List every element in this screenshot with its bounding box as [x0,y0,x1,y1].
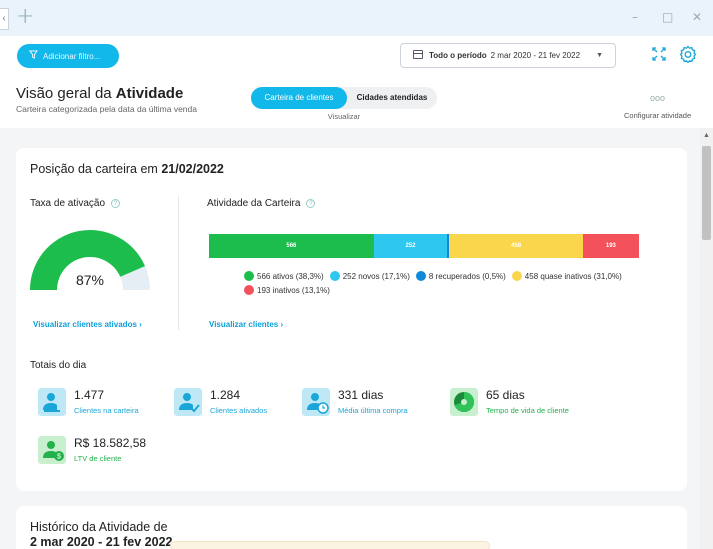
legend-swatch [244,285,254,295]
legend-swatch [511,271,522,281]
tab-carteira-de-clientes[interactable]: Carteira de clientes [251,87,347,109]
period-selector[interactable]: Todo o período 2 mar 2020 - 21 fev 2022 ▼ [400,43,616,68]
legend-item: 252 novos (17,1%) [329,270,410,284]
legend-item: 193 inativos (13,1%) [244,284,330,298]
configure-activity-button[interactable]: Configurar atividade [624,111,691,120]
activation-percent: 87% [75,272,105,288]
kpi-value: 331 dias [338,388,384,402]
legend-label: 566 ativos (38,3%) [257,272,324,281]
legend-item: 8 recuperados (0,5%) [415,270,506,284]
new-tab-button[interactable]: + [16,6,34,28]
chevron-down-icon: ▼ [596,52,603,59]
card-title: Posição da carteira em 21/02/2022 [30,162,224,176]
kpi-label: LTV de cliente [74,454,122,463]
kpi-value: 1.284 [210,388,241,402]
main-content: Posição da carteira em 21/02/2022 Taxa d… [0,128,713,549]
page-header: Visão geral da Atividade Carteira catego… [0,76,713,128]
filter-icon [29,44,40,68]
view-activated-clients-link[interactable]: Visualizar clientes ativados › [33,320,142,329]
page-subtitle: Carteira categorizada pela data da últim… [16,104,197,114]
bar-segment-ativos[interactable]: 566 [209,234,374,258]
scroll-up-icon[interactable]: ▲ [703,132,710,139]
svg-text:$: $ [57,454,61,461]
maximize-button[interactable]: □ [662,10,673,24]
app-window: ‹ + – □ ✕ Adicionar filtro... Todo o per… [0,0,713,549]
divider [178,196,179,330]
daily-totals-title: Totais do dia [30,360,87,371]
help-icon[interactable]: ? [111,199,121,208]
bar-segment-novos[interactable]: 252 [373,234,448,258]
toolbar: Adicionar filtro... Todo o período 2 mar … [0,36,713,76]
legend-item: 458 quase inativos (31,0%) [511,270,622,284]
vertical-scrollbar[interactable]: ▲ [700,128,713,549]
legend-item: 566 ativos (38,3%) [244,270,324,284]
help-icon[interactable]: ? [306,199,316,208]
gear-icon[interactable] [679,45,697,63]
add-filter-button[interactable]: Adicionar filtro... [17,44,119,68]
tab-scroll-left-button[interactable]: ‹ [0,8,9,30]
person-clock-icon [302,388,330,416]
period-label: Todo o período [429,51,487,60]
kpi-label: Tempo de vida de cliente [486,406,569,415]
kpi-label: Clientes ativados [210,406,268,415]
minimize-button[interactable]: – [632,10,638,24]
portfolio-position-card: Posição da carteira em 21/02/2022 Taxa d… [16,148,687,491]
kpi-label: Média última compra [338,406,408,415]
kpi-value: 65 dias [486,388,525,402]
legend-label: 458 quase inativos (31,0%) [524,272,622,281]
period-range: 2 mar 2020 - 21 fev 2022 [490,51,581,60]
title-bar: ‹ + – □ ✕ [0,0,713,36]
tooltip-overlay [170,541,490,549]
activation-rate-title: Taxa de ativação? [30,198,121,209]
legend-swatch [329,271,340,281]
view-tabs: Carteira de clientes Cidades atendidas [251,87,437,109]
scroll-thumb[interactable] [702,146,711,240]
view-clients-link[interactable]: Visualizar clientes › [209,320,283,329]
more-options-icon[interactable]: ooo [650,93,665,103]
kpi-value: 1.477 [74,388,105,402]
page-title: Visão geral da Atividade [16,85,184,102]
portfolio-activity-bar: 566 252 458 193 [209,234,639,258]
kpi-value: R$ 18.582,58 [74,436,147,450]
person-money-icon: $ [38,436,66,464]
history-title: Histórico da Atividade de 2 mar 2020 - 21… [30,520,173,549]
calendar-icon [413,50,423,59]
bar-segment-inativos[interactable]: 193 [582,234,639,258]
tabs-caption: Visualizar [327,112,361,121]
activity-legend: 566 ativos (38,3%) 252 novos (17,1%) 8 rec… [244,270,664,298]
add-filter-label: Adicionar filtro... [43,52,101,61]
portfolio-activity-title: Atividade da Carteira? [207,198,316,209]
kpi-label: Clientes na carteira [74,406,139,415]
close-button[interactable]: ✕ [692,10,702,24]
legend-swatch [415,271,426,281]
legend-swatch [244,271,254,281]
person-check-icon [174,388,202,416]
legend-label: 252 novos (17,1%) [342,272,410,281]
legend-label: 193 inativos (13,1%) [257,286,330,295]
pie-icon [450,388,478,416]
tab-cidades-atendidas[interactable]: Cidades atendidas [347,87,437,109]
bar-segment-quase-inativos[interactable]: 458 [449,234,583,258]
legend-label: 8 recuperados (0,5%) [428,272,506,281]
person-list-icon [38,388,66,416]
fullscreen-icon[interactable] [651,46,667,62]
